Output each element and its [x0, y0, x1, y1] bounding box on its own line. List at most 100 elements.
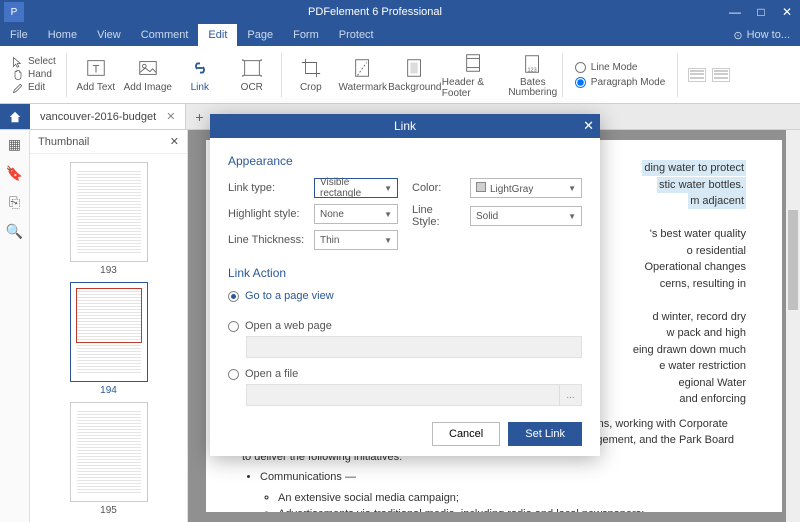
link-type-select[interactable]: Visible rectangle▼	[314, 178, 398, 198]
doc-text: cerns, resulting in	[660, 278, 746, 290]
howto-link[interactable]: ⊙ How to...	[723, 29, 800, 42]
maximize-button[interactable]: □	[748, 5, 774, 19]
thickness-select[interactable]: Thin▼	[314, 230, 398, 250]
page-number: 195	[100, 505, 117, 516]
paragraph-mode-label: Paragraph Mode	[591, 77, 666, 88]
color-swatch	[476, 182, 486, 192]
home-tab[interactable]	[0, 104, 30, 129]
watermark-label: Watermark	[339, 82, 388, 93]
add-image-button[interactable]: Add Image	[123, 56, 173, 93]
crop-button[interactable]: Crop	[286, 56, 336, 93]
close-tab-icon[interactable]: ✕	[166, 110, 175, 123]
line-mode-radio[interactable]: Line Mode	[575, 62, 666, 73]
align-option-2[interactable]	[712, 68, 730, 82]
dialog-titlebar[interactable]: Link ✕	[210, 114, 600, 138]
header-footer-button[interactable]: Header & Footer	[442, 51, 506, 99]
select-label: Select	[28, 56, 56, 67]
close-button[interactable]: ✕	[774, 5, 800, 19]
attachments-panel-icon[interactable]: ⎘	[9, 194, 20, 211]
thumbnail-item[interactable]: 193	[70, 162, 148, 276]
align-group	[682, 68, 736, 82]
radio-icon	[228, 369, 239, 380]
doc-text: d winter, record dry	[652, 311, 746, 323]
goto-page-radio[interactable]: Go to a page view	[228, 290, 582, 302]
open-web-label: Open a web page	[245, 320, 332, 332]
doc-tab-label: vancouver-2016-budget	[40, 111, 156, 123]
thumbnail-panel: Thumbnail ✕ 193 194 195	[30, 130, 188, 522]
doc-text: Operational changes	[644, 261, 746, 273]
ribbon: Select Hand Edit T Add Text Add Image Lin…	[0, 46, 800, 104]
chevron-down-icon: ▼	[568, 184, 576, 193]
add-text-label: Add Text	[76, 82, 115, 93]
search-panel-icon[interactable]: 🔍	[6, 223, 23, 240]
open-file-radio[interactable]: Open a file	[228, 368, 582, 380]
thumbnail-list[interactable]: 193 194 195	[30, 154, 187, 522]
color-select[interactable]: LightGray▼	[470, 178, 582, 198]
hand-label: Hand	[28, 69, 52, 80]
close-thumbnails-icon[interactable]: ✕	[170, 135, 179, 148]
doc-text: An extensive social media campaign;	[278, 490, 746, 507]
add-image-label: Add Image	[124, 82, 172, 93]
edit-label: Edit	[28, 82, 45, 93]
set-link-button[interactable]: Set Link	[508, 422, 582, 446]
dialog-close-icon[interactable]: ✕	[583, 118, 594, 134]
watermark-button[interactable]: Watermark	[338, 56, 388, 93]
menu-view[interactable]: View	[87, 24, 131, 46]
text-icon: T	[85, 56, 107, 80]
svg-text:T: T	[92, 64, 99, 76]
doc-text: Communications —	[260, 471, 356, 483]
open-web-radio[interactable]: Open a web page	[228, 320, 582, 332]
linestyle-select[interactable]: Solid ▼	[470, 206, 582, 226]
doc-text: w pack and high	[667, 327, 747, 339]
thumbnail-item[interactable]: 194	[70, 282, 148, 396]
highlight-select[interactable]: None▼	[314, 204, 398, 224]
doc-tab[interactable]: vancouver-2016-budget ✕	[30, 104, 186, 129]
browse-button[interactable]: ...	[559, 385, 581, 405]
crop-icon	[300, 56, 322, 80]
linestyle-value: Solid	[476, 211, 498, 222]
ocr-button[interactable]: OCR	[227, 56, 277, 93]
menu-page[interactable]: Page	[237, 24, 283, 46]
thumbnail-panel-icon[interactable]: ▦	[8, 136, 21, 153]
line-mode-label: Line Mode	[591, 62, 638, 73]
bookmark-panel-icon[interactable]: 🔖	[6, 165, 23, 182]
hand-tool[interactable]: Hand	[12, 69, 56, 81]
window-controls: — □ ✕	[722, 5, 800, 19]
menu-comment[interactable]: Comment	[131, 24, 199, 46]
titlebar: P PDFelement 6 Professional — □ ✕	[0, 0, 800, 24]
file-path-field[interactable]: ...	[246, 384, 582, 406]
add-tab-button[interactable]: +	[186, 104, 212, 129]
menu-home[interactable]: Home	[38, 24, 87, 46]
add-text-button[interactable]: T Add Text	[71, 56, 121, 93]
doc-text: o residential	[687, 245, 746, 257]
image-icon	[137, 56, 159, 80]
link-dialog: Link ✕ Appearance Link type: Visible rec…	[210, 114, 600, 456]
tool-mode-group: Select Hand Edit	[6, 54, 62, 96]
bates-button[interactable]: 123Bates Numbering	[508, 52, 558, 98]
cancel-button[interactable]: Cancel	[432, 422, 500, 446]
background-button[interactable]: Background	[390, 56, 440, 93]
thumbnail-item[interactable]: 195	[70, 402, 148, 516]
scrollbar-thumb[interactable]	[788, 210, 798, 310]
menubar: File Home View Comment Edit Page Form Pr…	[0, 24, 800, 46]
align-option-1[interactable]	[688, 68, 706, 82]
minimize-button[interactable]: —	[722, 5, 748, 19]
edit-mode-group: Line Mode Paragraph Mode	[567, 58, 674, 92]
ocr-icon	[241, 56, 263, 80]
select-tool[interactable]: Select	[12, 56, 56, 68]
chevron-down-icon: ▼	[568, 212, 576, 221]
paragraph-mode-radio[interactable]: Paragraph Mode	[575, 77, 666, 88]
link-label: Link	[191, 82, 209, 93]
link-button[interactable]: Link	[175, 56, 225, 93]
menu-edit[interactable]: Edit	[198, 24, 237, 46]
link-action-heading: Link Action	[228, 266, 582, 280]
menu-protect[interactable]: Protect	[329, 24, 384, 46]
edit-tool[interactable]: Edit	[12, 82, 56, 94]
menu-file[interactable]: File	[0, 24, 38, 46]
menu-form[interactable]: Form	[283, 24, 329, 46]
vertical-scrollbar[interactable]	[786, 130, 800, 522]
web-url-field[interactable]	[246, 336, 582, 358]
appearance-heading: Appearance	[228, 154, 582, 168]
page-number: 194	[100, 385, 117, 396]
page-number: 193	[100, 265, 117, 276]
